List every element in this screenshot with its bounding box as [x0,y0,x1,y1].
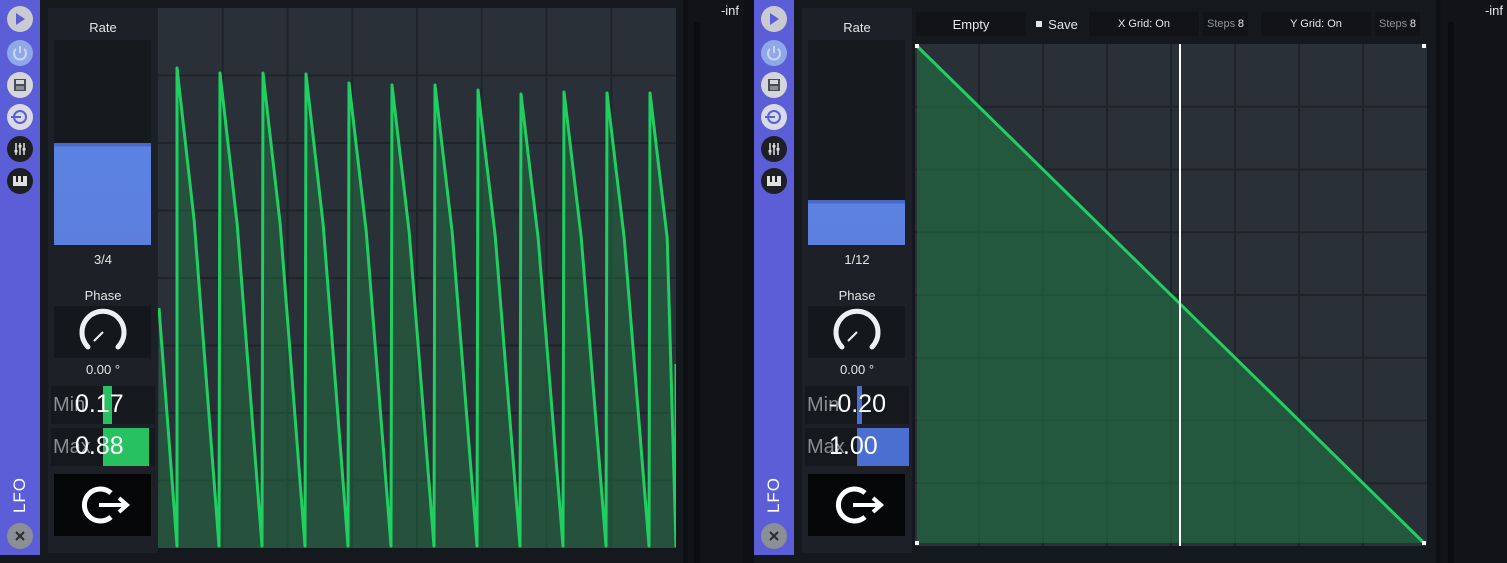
min-value: -0.20 [829,390,886,418]
rate-label: Rate [843,20,871,35]
phase-label: Phase [838,288,876,303]
rate-slider-fill [808,199,905,245]
save-button[interactable]: Save [1032,12,1082,36]
close-button[interactable] [761,523,787,549]
shape-node-handle [915,44,919,48]
rate-label: Rate [89,20,117,35]
meter-strip [694,22,700,563]
rate-slider-fill [54,142,151,245]
level-meter-2: -inf [1442,0,1507,563]
phase-value: 0.00 ° [85,362,121,377]
export-arrow-icon [81,486,130,524]
y-grid-toggle[interactable]: Y Grid: On [1261,12,1371,36]
shape-node-handle [1422,541,1426,545]
lfo-unit-2: LFO Rate 1/12 Phase 0.00 ° Min -0.20 Max… [754,0,1436,563]
play-button[interactable] [761,6,787,32]
phase-label: Phase [84,288,122,303]
shape-node-handle [1422,44,1426,48]
x-grid-toggle[interactable]: X Grid: On [1089,12,1199,36]
mixer-button[interactable] [761,136,787,162]
mixer-button[interactable] [7,136,33,162]
device-title: LFO [10,476,29,514]
min-value: 0.17 [75,390,124,418]
export-arrow-icon [835,486,884,524]
lfo-waveform-display[interactable] [158,8,676,548]
device-title: LFO [764,476,783,514]
meter-value: -inf [720,3,739,18]
sliders-icon [14,143,26,155]
rate-value: 3/4 [93,252,113,267]
close-icon [769,531,779,541]
keyboard-button[interactable] [7,168,33,194]
lfo-waveform [158,8,676,548]
min-slider[interactable]: Min 0.17 [51,386,155,424]
rate-slider[interactable] [54,40,151,245]
close-icon [15,531,25,541]
sync-button[interactable] [7,104,33,130]
x-steps-label: Steps [1207,18,1236,30]
phase-value: 0.00 ° [839,362,875,377]
power-button[interactable] [7,40,33,66]
play-icon [16,13,25,25]
x-steps-value: 8 [1237,18,1244,30]
sliders-icon [768,143,780,155]
keyboard-icon [13,176,27,186]
export-modulation-button[interactable] [808,474,905,536]
floppy-icon [768,79,780,91]
play-button[interactable] [7,6,33,32]
lfo-rail: LFO [754,0,794,555]
lfo-shape [915,44,1427,546]
power-icon [767,46,781,61]
lfo-unit-1: LFO Rate 3/4 Phase 0.00 ° Min 0.17 Max 0… [0,0,683,563]
power-button[interactable] [761,40,787,66]
max-slider[interactable]: Max 1.00 [805,428,909,466]
meter-strip [1448,22,1454,563]
max-slider[interactable]: Max 0.88 [51,428,155,466]
preset-selector[interactable]: Empty [916,12,1026,36]
close-button[interactable] [7,523,33,549]
phase-knob[interactable] [54,306,151,358]
phase-knob[interactable] [808,306,905,358]
knob-dial-icon [79,308,127,350]
y-steps-value: 8 [1409,18,1416,30]
level-meter-1: -inf [688,0,743,563]
min-slider[interactable]: Min -0.20 [805,386,909,424]
save-label: Save [1048,16,1078,32]
meter-value: -inf [1484,3,1503,18]
y-steps-control[interactable]: Steps 8 [1375,12,1420,36]
sync-button[interactable] [761,104,787,130]
control-column: Rate 3/4 Phase 0.00 ° Min 0.17 Max 0.88 [48,8,158,553]
knob-dial-icon [833,308,881,350]
play-icon [770,13,779,25]
max-value: 0.88 [75,432,124,460]
x-steps-control[interactable]: Steps 8 [1203,12,1248,36]
control-column: Rate 1/12 Phase 0.00 ° Min -0.20 Max 1.0… [802,8,912,553]
sync-icon [765,110,781,124]
sync-icon [11,110,27,124]
lfo-rail: LFO [0,0,40,555]
save-preset-button[interactable] [7,72,33,98]
rate-slider[interactable] [808,40,905,245]
keyboard-icon [767,176,781,186]
rate-value: 1/12 [844,252,870,267]
shape-node-handle [915,541,919,545]
power-icon [13,46,27,61]
lfo-shape-editor[interactable] [915,44,1427,546]
save-icon [1036,21,1043,27]
save-preset-button[interactable] [761,72,787,98]
keyboard-button[interactable] [761,168,787,194]
export-modulation-button[interactable] [54,474,151,536]
max-value: 1.00 [829,432,878,460]
y-steps-label: Steps [1379,18,1408,30]
floppy-icon [14,79,26,91]
